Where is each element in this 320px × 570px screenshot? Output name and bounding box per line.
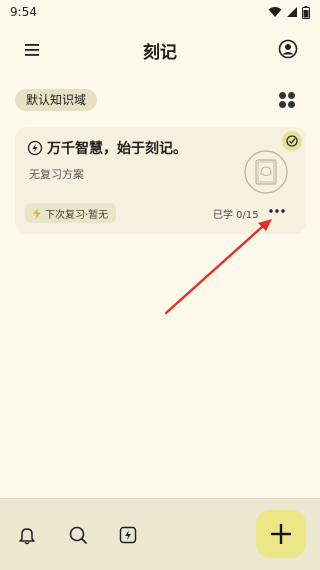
more-options-icon[interactable] bbox=[265, 201, 289, 221]
status-bar: 9:54 bbox=[0, 0, 320, 24]
flash-small-icon bbox=[33, 207, 41, 219]
search-icon[interactable] bbox=[68, 525, 88, 545]
next-review-tag: 下次复习·暂无 bbox=[25, 203, 117, 223]
knowledge-domain-chip[interactable]: 默认知识域 bbox=[15, 89, 98, 111]
status-icons bbox=[268, 5, 310, 19]
page-title: 刻记 bbox=[143, 43, 177, 63]
annotation-arrow bbox=[164, 219, 272, 315]
status-time: 9:54 bbox=[10, 5, 37, 19]
bell-icon[interactable] bbox=[17, 525, 37, 545]
knowledge-card[interactable]: 万千智慧，始于刻记。 无复习方案 下次复习·暂无 已学 0/15 bbox=[15, 127, 306, 234]
signal-icon bbox=[287, 7, 297, 17]
card-title: 万千智慧，始于刻记。 bbox=[47, 141, 187, 157]
add-button[interactable] bbox=[256, 510, 306, 558]
account-icon[interactable] bbox=[278, 39, 298, 59]
book-cover-icon bbox=[244, 150, 288, 194]
progress-text: 已学 0/15 bbox=[213, 210, 259, 221]
plus-icon bbox=[271, 524, 291, 544]
spark-icon bbox=[27, 140, 43, 156]
battery-icon bbox=[302, 5, 310, 19]
top-bar: 刻记 bbox=[0, 30, 320, 70]
wifi-icon bbox=[268, 7, 282, 17]
next-review-label: 下次复习·暂无 bbox=[45, 209, 109, 221]
card-subtitle: 无复习方案 bbox=[29, 168, 84, 181]
card-header: 万千智慧，始于刻记。 bbox=[27, 138, 187, 158]
review-badge-icon[interactable] bbox=[282, 131, 302, 151]
grid-icon[interactable] bbox=[278, 91, 296, 109]
flash-icon[interactable] bbox=[118, 525, 138, 545]
